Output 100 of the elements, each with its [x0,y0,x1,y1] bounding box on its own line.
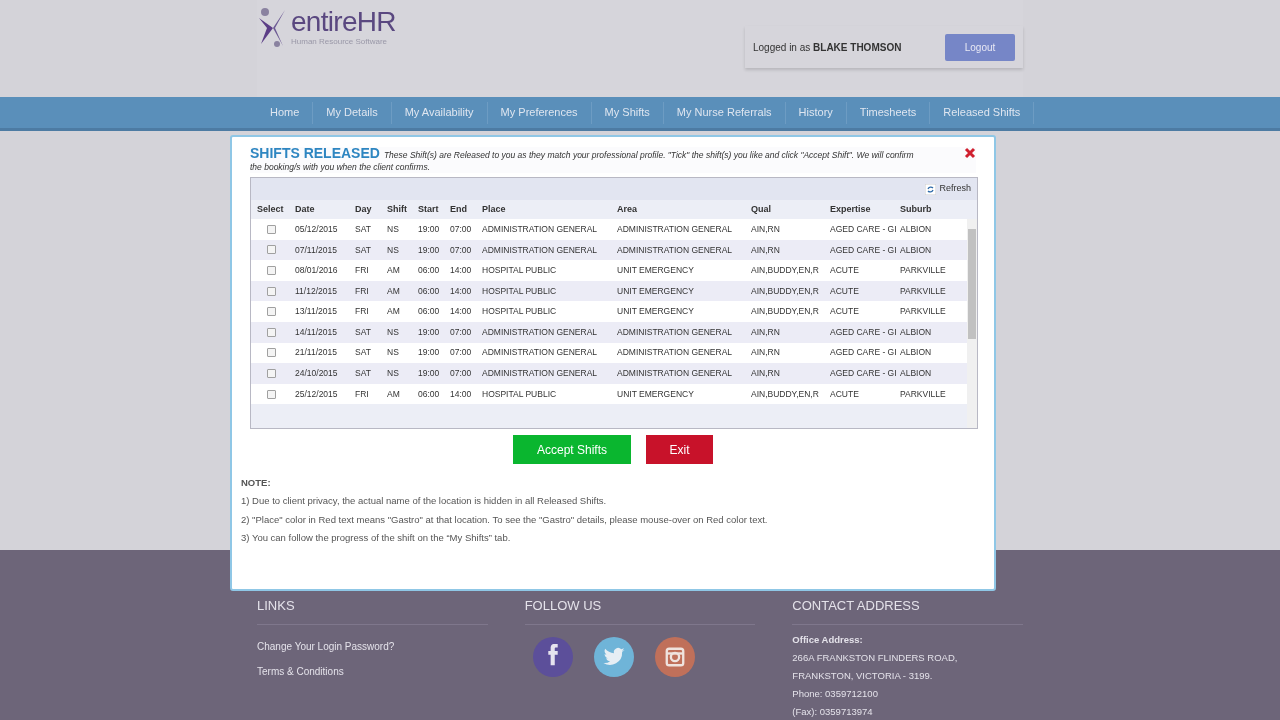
note-text: 3) You can follow the progress of the shift on the “My Shifts” tab. [241,530,512,545]
nav-link[interactable]: My Shifts [591,101,664,124]
table-cell-text: 08/01/2016 [294,264,339,277]
footer-link[interactable]: Change Your Login Password? [257,638,488,654]
select-checkbox[interactable] [266,389,276,399]
table-cell-text: 19:00 [417,325,441,339]
nav-link[interactable]: Home [257,101,314,124]
table-cell-text: AIN,BUDDY,EN,R [750,264,820,277]
select-checkbox[interactable] [266,286,276,296]
table-cell-text: ADMINISTRATION GENERAL [616,367,734,380]
refresh-icon [925,183,937,195]
nav-link[interactable]: My Nurse Referrals [663,101,786,124]
table-cell-text: 13/11/2015 [294,305,338,319]
select-checkbox[interactable] [266,368,276,378]
accept-button[interactable]: Accept Shifts [513,435,631,464]
table-cell-text: FRI [354,284,370,298]
table-cell-text: ACUTE [829,264,860,277]
nav-link[interactable]: My Preferences [487,101,592,124]
column-header: Start [417,202,440,216]
select-checkbox[interactable] [266,307,276,317]
table-cell-text: NS [386,222,400,236]
close-icon [964,147,976,159]
table-cell-text: 24/10/2015 [294,367,339,380]
camera-icon[interactable] [654,636,695,677]
table-cell-text: UNIT EMERGENCY [616,305,695,319]
table-cell-text: 07:00 [449,325,473,339]
column-header: Suburb [899,202,933,216]
table-cell-text: 07:00 [449,346,473,360]
table-cell-text: AGED CARE - GI [829,346,896,360]
table-row[interactable]: 25/12/2015 FRI AM 06:00 14:00 HOSPITAL PUBLIC UNIT EMERGENCY AIN,BUDDY,EN,R ACUTE PARKVILLE [251,383,967,405]
table-cell-text: ALBION [899,346,933,360]
column-header: End [449,202,468,216]
select-checkbox[interactable] [266,348,276,358]
table-cell-text: PARKVILLE [899,264,947,277]
nav-link[interactable]: My Details [313,101,392,124]
table-cell-text: AGED CARE - GI [829,222,896,236]
nav-link[interactable]: Timesheets [846,101,931,124]
close-button[interactable] [964,147,976,159]
table-cell-text: AIN,BUDDY,EN,R [750,387,820,401]
table-cell-text: PARKVILLE [899,284,947,298]
refresh-button[interactable]: Refresh [925,182,971,196]
table-cell-text: ACUTE [829,305,860,319]
table-cell-text: 06:00 [417,264,441,277]
exit-button[interactable]: Exit [646,435,713,464]
table-cell-text: 07:00 [449,222,473,236]
modal-intro: SHIFTS RELEASED These Shift(s) are Released to you as they match your professional profile. "Tick" the shift(s) you like and click "Accept Shift". We will confirm the booking/s with you when the client confirms. [250,147,915,173]
table-row[interactable]: 08/01/2016 FRI AM 06:00 14:00 HOSPITAL PUBLIC UNIT EMERGENCY AIN,BUDDY,EN,R ACUTE PARKVILLE [251,260,967,281]
facebook-icon[interactable] [532,636,573,677]
contact-heading: CONTACT ADDRESS [792,596,1023,625]
table-row[interactable]: 13/11/2015 FRI AM 06:00 14:00 HOSPITAL PUBLIC UNIT EMERGENCY AIN,BUDDY,EN,R ACUTE PARKVILLE [251,301,967,322]
table-cell-text: AIN,RN [750,243,781,257]
footer-link[interactable]: Terms & Conditions [257,663,488,679]
table-cell-text: HOSPITAL PUBLIC [481,284,558,298]
table-cell-text: 06:00 [417,387,441,401]
select-header: Select [256,202,285,216]
table-cell-text: ADMINISTRATION GENERAL [481,243,599,257]
table-cell-text: ADMINISTRATION GENERAL [616,222,734,236]
table-cell-text: ADMINISTRATION GENERAL [616,243,734,257]
column-header: Shift [386,202,408,216]
table-cell-text: ALBION [899,325,933,339]
table-row[interactable]: 05/12/2015 SAT NS 19:00 07:00 ADMINISTRATION GENERAL ADMINISTRATION GENERAL AIN,RN AGED CARE - GI ALBION [251,219,967,240]
table-cell-text: ACUTE [829,387,860,401]
select-checkbox[interactable] [266,245,276,255]
scrollbar[interactable] [967,219,977,428]
logout-button[interactable]: Logout [945,33,1015,61]
table-cell-text: HOSPITAL PUBLIC [481,305,558,319]
contact-line: 266A FRANKSTON FLINDERS ROAD, [792,650,959,665]
table-cell-text: NS [386,243,400,257]
bird-icon[interactable] [593,636,634,677]
table-cell-text: 14:00 [449,387,473,401]
table-cell-text: 19:00 [417,367,441,380]
table-cell-text: SAT [354,325,372,339]
table-cell-text: NS [386,346,400,360]
table-cell-text: UNIT EMERGENCY [616,284,695,298]
column-header: Qual [750,202,772,216]
select-checkbox[interactable] [266,327,276,337]
column-header: Expertise [829,202,872,216]
note-heading: NOTE: [241,476,272,490]
table-cell-text: ADMINISTRATION GENERAL [616,325,734,339]
column-header: Area [616,202,638,216]
table-cell-text: ALBION [899,243,933,257]
table-cell-text: PARKVILLE [899,387,947,401]
nav-link[interactable]: My Availability [391,101,488,124]
table-cell-text: FRI [354,264,370,277]
table-cell-text: SAT [354,222,372,236]
table-cell-text: AM [386,284,401,298]
nav-link[interactable]: Released Shifts [930,101,1035,124]
note-text: 1) Due to client privacy, the actual name of the location is hidden in all Released Shifts. [241,494,608,509]
table-cell-text: AM [386,305,401,319]
contact-line: FRANKSTON, VICTORIA - 3199. [792,668,934,683]
column-header: Date [294,202,316,216]
table-cell-text: 14/11/2015 [294,325,338,339]
logo-wordmark: entireHR [291,6,396,38]
table-cell-text: FRI [354,387,370,401]
nav-link[interactable]: History [785,101,847,124]
table-row[interactable]: 21/11/2015 SAT NS 19:00 07:00 ADMINISTRATION GENERAL ADMINISTRATION GENERAL AIN,RN AGED CARE - GI ALBION [251,342,967,364]
select-checkbox[interactable] [266,266,276,275]
table-cell-text: UNIT EMERGENCY [616,387,695,401]
select-checkbox[interactable] [266,224,276,234]
note-text: 2) "Place" color in Red text means "Gastro" at that location. To see the "Gastro" details, please mouse-over on Red color text. [241,512,769,527]
